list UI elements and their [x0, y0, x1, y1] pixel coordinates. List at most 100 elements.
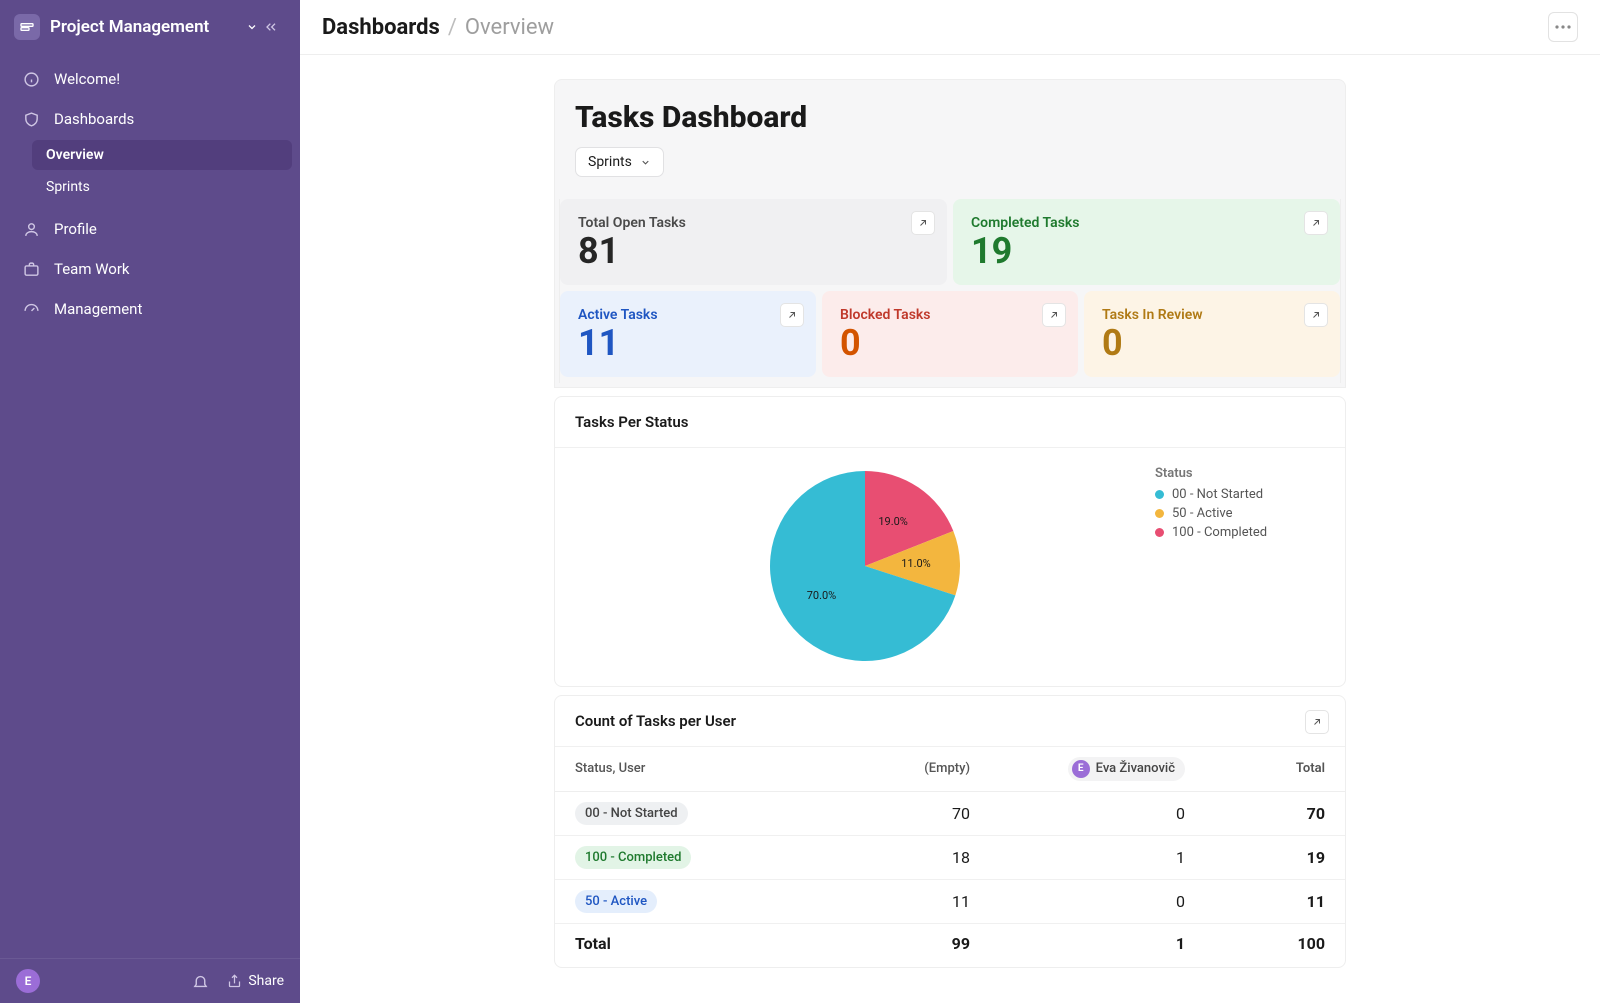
count-per-user-panel: Count of Tasks per User Status, User (Em…	[554, 695, 1346, 968]
dashboard: Tasks Dashboard Sprints Total Open Tasks…	[554, 79, 1346, 979]
legend-dot	[1155, 528, 1164, 537]
sidebar-item-label: Management	[54, 300, 142, 318]
card-label: Total Open Tasks	[578, 215, 929, 231]
share-label: Share	[248, 973, 284, 989]
summary-cards: Total Open Tasks 81 Completed Tasks 19 A…	[554, 195, 1346, 388]
panel-title: Count of Tasks per User	[555, 696, 1345, 747]
table-total-row: Total 99 1 100	[555, 924, 1345, 963]
sidebar-item-label: Team Work	[54, 260, 130, 278]
table-row: 50 - Active 11 0 11	[555, 880, 1345, 924]
card-value: 81	[578, 233, 929, 271]
briefcase-icon	[20, 258, 42, 280]
expand-card-button[interactable]	[780, 303, 804, 327]
workspace-name[interactable]: Project Management	[50, 17, 240, 37]
sidebar-nav: Welcome! Dashboards Overview Sprints Pro…	[0, 50, 300, 340]
card-value: 19	[971, 233, 1322, 271]
expand-card-button[interactable]	[1304, 303, 1328, 327]
table-row: 00 - Not Started 70 0 70	[555, 792, 1345, 836]
status-badge: 50 - Active	[575, 890, 657, 913]
legend-item[interactable]: 50 - Active	[1155, 506, 1325, 521]
cell-total: 11	[1205, 892, 1325, 911]
topbar: Dashboards / Overview	[300, 0, 1600, 55]
cell-user: 0	[990, 892, 1205, 911]
expand-card-button[interactable]	[1042, 303, 1066, 327]
cell-user: 0	[990, 804, 1205, 823]
sidebar-item-label: Profile	[54, 220, 97, 238]
breadcrumb-separator: /	[448, 15, 457, 40]
legend-item[interactable]: 100 - Completed	[1155, 525, 1325, 540]
card-active: Active Tasks 11	[560, 291, 816, 377]
card-label: Completed Tasks	[971, 215, 1322, 231]
sidebar-item-teamwork[interactable]: Team Work	[8, 250, 292, 288]
cell-status: 100 - Completed	[575, 846, 775, 869]
sprints-filter-button[interactable]: Sprints	[575, 147, 664, 177]
expand-panel-button[interactable]	[1305, 710, 1329, 734]
card-completed: Completed Tasks 19	[953, 199, 1340, 285]
legend-item[interactable]: 00 - Not Started	[1155, 487, 1325, 502]
legend-dot	[1155, 490, 1164, 499]
cell-empty: 11	[775, 892, 990, 911]
sidebar-header: Project Management	[0, 0, 300, 50]
more-options-button[interactable]	[1548, 12, 1578, 42]
info-icon	[20, 68, 42, 90]
card-label: Blocked Tasks	[840, 307, 1060, 323]
pie-chart: 19.0%11.0%70.0%	[575, 466, 1155, 666]
breadcrumb-secondary: Overview	[465, 15, 554, 40]
cell-total: 70	[1205, 804, 1325, 823]
sidebar-item-label: Welcome!	[54, 70, 120, 88]
sidebar-item-welcome[interactable]: Welcome!	[8, 60, 292, 98]
table-row: 100 - Completed 18 1 19	[555, 836, 1345, 880]
dashboard-title: Tasks Dashboard	[575, 100, 1325, 135]
cell-status: 50 - Active	[575, 890, 775, 913]
header-status-user[interactable]: Status, User	[575, 761, 775, 776]
tasks-per-status-panel: Tasks Per Status 19.0%11.0%70.0% Status …	[554, 396, 1346, 687]
expand-card-button[interactable]	[1304, 211, 1328, 235]
content-area: Tasks Dashboard Sprints Total Open Tasks…	[300, 55, 1600, 1003]
cell-user: 1	[990, 848, 1205, 867]
total-total: 100	[1205, 934, 1325, 953]
header-empty[interactable]: (Empty)	[775, 761, 990, 776]
card-value: 11	[578, 325, 798, 363]
bell-icon[interactable]	[192, 973, 209, 990]
sidebar: Project Management Welcome! Dashboards O…	[0, 0, 300, 1003]
card-value: 0	[840, 325, 1060, 363]
card-open: Total Open Tasks 81	[560, 199, 947, 285]
sidebar-subitem-sprints[interactable]: Sprints	[32, 172, 292, 202]
card-label: Tasks In Review	[1102, 307, 1322, 323]
sidebar-item-label: Dashboards	[54, 110, 134, 128]
legend-label: 100 - Completed	[1172, 525, 1267, 540]
card-label: Active Tasks	[578, 307, 798, 323]
chevron-down-icon[interactable]	[246, 21, 258, 33]
legend-title: Status	[1155, 466, 1325, 481]
sprints-filter-label: Sprints	[588, 154, 632, 170]
card-blocked: Blocked Tasks 0	[822, 291, 1078, 377]
cell-total: 19	[1205, 848, 1325, 867]
pie-slice-label: 70.0%	[807, 589, 837, 602]
chevron-down-icon	[640, 157, 651, 168]
user-chip: E Eva Živanovič	[1068, 757, 1185, 781]
user-icon	[20, 218, 42, 240]
header-user[interactable]: E Eva Živanovič	[990, 757, 1205, 781]
share-button[interactable]: Share	[227, 973, 284, 989]
main: Dashboards / Overview Tasks Dashboard Sp…	[300, 0, 1600, 1003]
header-total[interactable]: Total	[1205, 761, 1325, 776]
total-label: Total	[575, 934, 775, 953]
breadcrumb-primary[interactable]: Dashboards	[322, 15, 440, 40]
collapse-sidebar-button[interactable]	[258, 14, 284, 40]
dashboard-header: Tasks Dashboard Sprints	[554, 79, 1346, 195]
pie-legend: Status 00 - Not Started 50 - Active 100 …	[1155, 466, 1325, 666]
sidebar-item-management[interactable]: Management	[8, 290, 292, 328]
sidebar-item-profile[interactable]: Profile	[8, 210, 292, 248]
card-value: 0	[1102, 325, 1322, 363]
shield-icon	[20, 108, 42, 130]
pie-slice-label: 19.0%	[878, 515, 908, 528]
avatar[interactable]: E	[16, 969, 40, 993]
cell-empty: 18	[775, 848, 990, 867]
expand-card-button[interactable]	[911, 211, 935, 235]
share-icon	[227, 974, 242, 989]
sidebar-subitems-dashboards: Overview Sprints	[18, 140, 292, 202]
sidebar-item-dashboards[interactable]: Dashboards	[8, 100, 292, 138]
sidebar-subitem-overview[interactable]: Overview	[32, 140, 292, 170]
status-badge: 00 - Not Started	[575, 802, 688, 825]
workspace-icon	[14, 14, 40, 40]
